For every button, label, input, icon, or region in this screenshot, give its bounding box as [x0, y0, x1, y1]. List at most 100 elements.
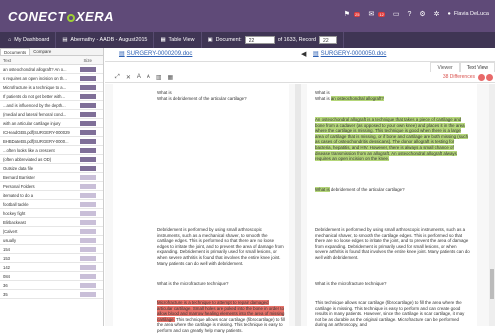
list-item-text: 153 — [3, 255, 10, 261]
size-bar — [80, 120, 96, 126]
home-icon: ⌂ — [8, 37, 12, 43]
right-q1a: What is — [315, 90, 330, 95]
nav-dashboard[interactable]: ⌂ My Dashboard — [0, 32, 57, 48]
user-menu[interactable]: ● Flavia DeLuca — [448, 11, 490, 17]
nav-case[interactable]: ▤ Abernathy - AADB - August2015 — [56, 32, 155, 48]
size-bar — [80, 66, 96, 72]
list-item-text: usually — [3, 237, 17, 243]
list-item[interactable]: hockey fight — [0, 209, 103, 218]
nav-view-label: Table View — [168, 37, 195, 43]
list-item[interactable]: 36 — [0, 281, 103, 290]
list-item[interactable]: 084 — [0, 272, 103, 281]
list-item[interactable]: itemated to do a — [0, 191, 103, 200]
list-item[interactable]: If patients do not get better with... — [0, 92, 103, 101]
header-icons: ⚑ 25 ✉ 12 ▭ ? ⚙ ✲ ● Flavia DeLuca — [344, 10, 490, 19]
size-bar — [80, 138, 96, 144]
expand-icon[interactable]: ⤢ — [115, 74, 120, 81]
next-diff-icon[interactable] — [486, 74, 493, 81]
user-name: Flavia DeLuca — [453, 11, 489, 17]
scrollbar-thumb[interactable] — [490, 269, 494, 299]
mail-icon[interactable]: ▭ — [393, 10, 400, 18]
top-nav: ⌂ My Dashboard ▤ Abernathy - AADB - August… — [0, 32, 495, 48]
right-para0: An osteochondral allograft is a techniqu… — [315, 117, 470, 162]
swap-left-icon[interactable]: ◀ — [301, 50, 306, 58]
list-item[interactable]: 154 — [0, 245, 103, 254]
list-item[interactable]: Microfracture is a technique to a... — [0, 83, 103, 92]
chat-icon[interactable]: ✉ — [368, 10, 374, 18]
list-item[interactable]: (often abbreviated as OD) — [0, 155, 103, 164]
column-size[interactable]: Size — [83, 58, 92, 63]
close-icon[interactable]: ✕ — [126, 74, 131, 81]
table-icon: ▦ — [160, 37, 166, 43]
list-item[interactable]: (medial and lateral femoral cond... — [0, 110, 103, 119]
record-number-input[interactable]: 22 — [319, 36, 338, 44]
size-bar — [80, 75, 96, 81]
right-document-page: What is What is an osteochondral allogra… — [307, 84, 477, 327]
size-bar — [80, 201, 96, 207]
list-item-text: hockey fight — [3, 210, 26, 216]
tab-text-view[interactable]: Text View — [459, 62, 495, 72]
app-header: CONECT XERA ⚑ 25 ✉ 12 ▭ ? ⚙ ✲ ● Flavia DeLuc… — [0, 0, 495, 32]
list-item-text: Blirbackeast — [3, 219, 26, 225]
document-number-input[interactable]: 22 — [244, 36, 275, 44]
list-item[interactable]: an osteochondral allograft? An o... — [0, 65, 103, 74]
size-bar — [80, 93, 96, 99]
tab-viewer[interactable]: Viewer — [430, 62, 460, 72]
list-item[interactable]: Outsize data file — [0, 164, 103, 173]
list-item-text: ICHeadGEB.pdf|SURGERY-000029 — [3, 129, 70, 135]
vertical-scrollbar[interactable] — [489, 84, 495, 326]
app-logo[interactable]: CONECT XERA — [8, 9, 114, 24]
left-list: an osteochondral allograft? An o... s req… — [0, 65, 103, 299]
list-item-text: 084 — [3, 273, 10, 279]
settings-icon[interactable]: ✲ — [434, 10, 440, 18]
list-item-text: ...and is influenced by the depth... — [3, 102, 66, 108]
list-item[interactable]: usually — [0, 236, 103, 245]
font-size-icon[interactable]: A — [137, 74, 141, 80]
list-item-text: Outsize data file — [3, 165, 34, 171]
list-item[interactable]: BHBDateEB.pdf|SURGERY-0000... — [0, 137, 103, 146]
list-item[interactable]: s requires an open incision on th... — [0, 74, 103, 83]
file2-link[interactable]: ▤ SURGERY-0000050.doc — [313, 50, 386, 58]
help-icon[interactable]: ? — [407, 11, 411, 18]
table-compare-icon[interactable]: ▦ — [168, 74, 174, 81]
column-text[interactable]: Text — [3, 58, 11, 63]
list-item[interactable]: ...and is influenced by the depth... — [0, 101, 103, 110]
font-small-icon[interactable]: ᴀ — [147, 74, 150, 80]
list-item[interactable]: Personal Folders — [0, 182, 103, 191]
file1-link[interactable]: ▤ SURGERY-0000209.doc — [119, 50, 193, 58]
list-item[interactable]: ICHeadGEB.pdf|SURGERY-000029 — [0, 128, 103, 137]
file-bar: ▤ SURGERY-0000209.doc ◀ ▤ SURGERY-0000050.… — [105, 48, 495, 62]
size-bar — [80, 273, 96, 279]
tab-documents[interactable]: Documents — [0, 48, 31, 55]
nav-document-pager: ▣ Document: 22 of 1633, Record 22 — [202, 32, 345, 48]
tab-compare[interactable]: Compare — [30, 48, 54, 55]
size-bar — [80, 174, 96, 180]
flag-count-badge: 25 — [354, 11, 361, 17]
list-item-text: (often abbreviated as OD) — [3, 156, 52, 162]
list-item[interactable]: Blirbackeast — [0, 218, 103, 227]
size-bar — [80, 111, 96, 117]
right-para1: Debridement is performed by using small … — [315, 227, 470, 260]
list-item-text: with an articular cartilage injury — [3, 120, 61, 126]
highlight-icon[interactable]: ▥ — [156, 74, 162, 81]
nav-table-view[interactable]: ▦ Table View — [154, 32, 202, 48]
list-item[interactable]: Bernard Barrister — [0, 173, 103, 182]
list-item-text: |Calvert — [3, 228, 18, 234]
list-item[interactable]: 35 — [0, 290, 103, 299]
gear-icon[interactable]: ⚙ — [419, 10, 425, 18]
list-item-text: football tackle — [3, 201, 29, 207]
right-q3: What is the microfracture technique? — [315, 281, 387, 286]
left-q2: What is the microfracture technique? — [157, 281, 229, 286]
flag-icon[interactable]: ⚑ — [344, 10, 350, 18]
list-item[interactable]: with an articular cartilage injury — [0, 119, 103, 128]
list-item[interactable]: football tackle — [0, 200, 103, 209]
left-panel: Documents Compare Text Size an osteochon… — [0, 48, 104, 326]
list-item[interactable]: ...often looks like a crescent — [0, 146, 103, 155]
list-item[interactable]: |Calvert — [0, 227, 103, 236]
prev-diff-icon[interactable] — [478, 74, 485, 81]
list-item[interactable]: 142 — [0, 263, 103, 272]
file1-name: SURGERY-0000209.doc — [126, 50, 193, 57]
size-bar — [80, 165, 96, 171]
size-bar — [80, 147, 96, 153]
list-item[interactable]: 153 — [0, 254, 103, 263]
